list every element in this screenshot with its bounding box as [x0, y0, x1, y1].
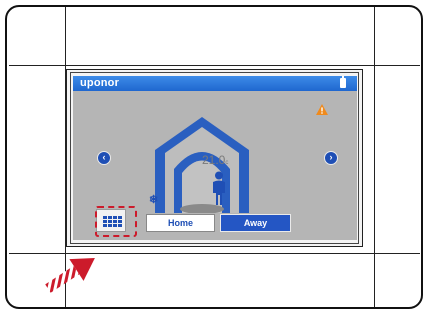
brand-logo: uponor	[80, 77, 120, 89]
warning-icon[interactable]	[316, 104, 328, 115]
home-mode-button[interactable]: Home	[146, 214, 215, 232]
person-icon	[213, 171, 225, 205]
snowflake-icon: ❄	[149, 194, 159, 206]
pointer-arrow-icon	[45, 258, 95, 293]
away-mode-button[interactable]: Away	[220, 214, 291, 232]
highlight-box	[95, 206, 137, 237]
wall-plate-line-right	[374, 7, 375, 307]
wall-plate-line-top	[9, 65, 420, 66]
temperature-value: 21.0	[202, 153, 226, 167]
right-nav-icon[interactable]: ›	[324, 151, 338, 165]
left-nav-icon[interactable]: ‹	[97, 151, 111, 165]
top-bar: uponor	[73, 76, 357, 91]
battery-icon	[340, 76, 346, 88]
temperature-unit: c	[225, 160, 229, 166]
temperature-readout: 21.0c	[202, 153, 228, 167]
